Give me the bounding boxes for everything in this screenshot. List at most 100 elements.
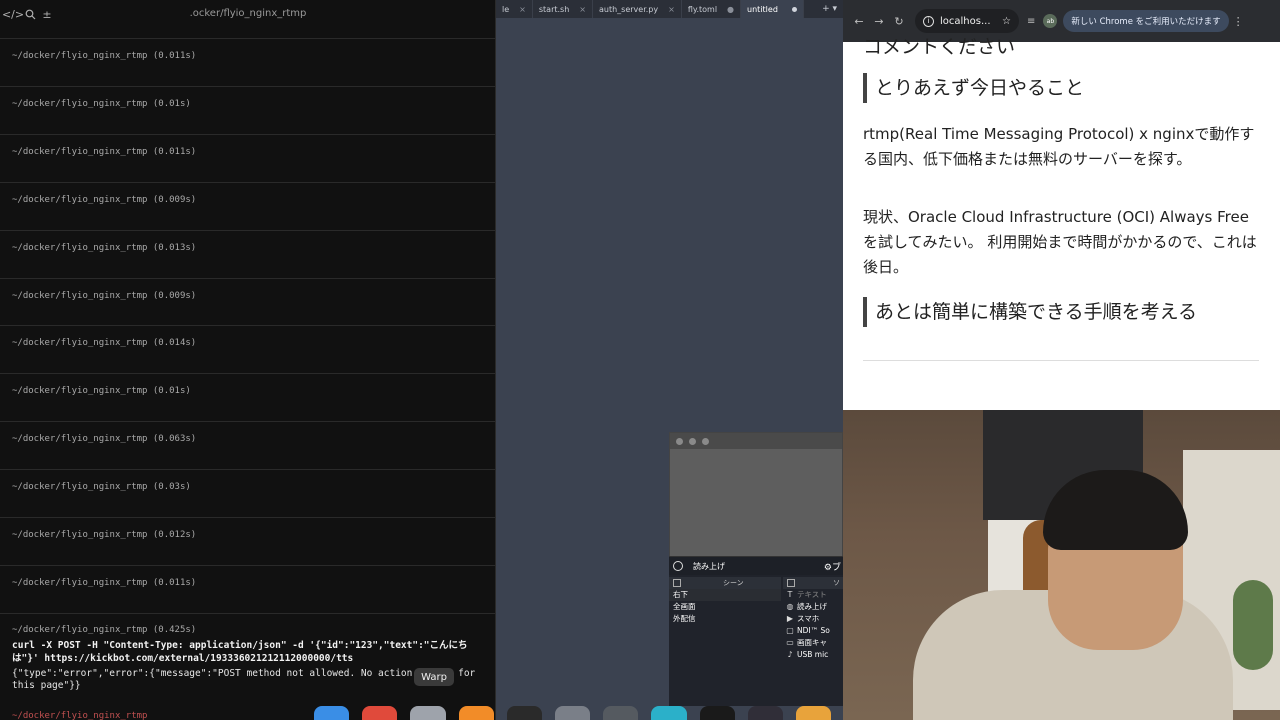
paragraph: 現状、Oracle Cloud Infrastructure (OCI) Alw… bbox=[863, 208, 1257, 276]
scene-item[interactable]: 右下 bbox=[669, 589, 781, 601]
command-block[interactable]: ~/docker/flyio_nginx_rtmp (0.014s) bbox=[0, 325, 495, 372]
command-text[interactable]: curl -X POST -H "Content-Type: applicati… bbox=[12, 639, 488, 665]
obs-panel-title: 読み上げ bbox=[693, 561, 725, 571]
command-block[interactable]: ~/docker/flyio_nginx_rtmp (0.011s) bbox=[0, 133, 495, 181]
source-label: USB mic bbox=[797, 650, 829, 659]
globe-icon bbox=[673, 561, 683, 571]
close-icon[interactable]: × bbox=[668, 5, 675, 14]
command-block[interactable]: ~/docker/flyio_nginx_rtmp (0.013s) bbox=[0, 229, 495, 277]
terminal-window[interactable]: </> ± .ocker/flyio_nginx_rtmp ~/docker/f… bbox=[0, 0, 496, 720]
source-list: T テキスト ◍ 読み上げ ▶ スマホ ▢ NDI™ So ▭ 画面キャ ♪ USB mic bbox=[783, 589, 843, 661]
sources-header: ソ bbox=[783, 577, 843, 589]
close-icon[interactable]: ● bbox=[727, 5, 734, 14]
source-item[interactable]: T テキスト bbox=[783, 589, 843, 601]
media-icon[interactable]: ≡ bbox=[1027, 16, 1035, 27]
section-heading: とりあえず今日やること bbox=[863, 73, 1084, 103]
sublime-icon[interactable] bbox=[458, 706, 494, 720]
command-block[interactable]: ~/docker/flyio_nginx_rtmp (0.009s) bbox=[0, 181, 495, 229]
block-path: ~/docker/flyio_nginx_rtmp (0.03s) bbox=[12, 482, 191, 493]
block-path: ~/docker/flyio_nginx_rtmp (0.009s) bbox=[12, 290, 197, 301]
url-text[interactable]: localhos... bbox=[940, 16, 991, 27]
obs-icon[interactable] bbox=[747, 706, 783, 720]
tab-label: start.sh bbox=[538, 4, 570, 14]
command-block[interactable]: ~/docker/flyio_nginx_rtmp (0.01s) bbox=[0, 85, 495, 133]
tab-start-sh[interactable]: start.sh × bbox=[533, 0, 593, 18]
scenes-panel: シーン 右下 全画面 外配信 bbox=[669, 577, 781, 707]
command-block[interactable]: ~/docker/flyio_nginx_rtmp (0.011s) bbox=[0, 564, 495, 612]
chrome-canary-icon[interactable] bbox=[795, 706, 832, 720]
tab-label: untitled bbox=[747, 4, 778, 14]
source-item[interactable]: ♪ USB mic bbox=[783, 649, 843, 661]
safari-icon[interactable] bbox=[554, 706, 591, 720]
terminal-toolbar: </> ± bbox=[0, 0, 495, 28]
section-heading: あとは簡単に構築できる手順を考える bbox=[863, 297, 1197, 327]
menu-kebab-icon[interactable]: ⋮ bbox=[1233, 15, 1244, 28]
source-type-icon: T bbox=[787, 590, 793, 599]
terminal-icon[interactable] bbox=[506, 706, 542, 720]
source-type-icon: ♪ bbox=[787, 650, 793, 659]
unsaved-dot-icon bbox=[791, 6, 797, 12]
source-item[interactable]: ▭ 画面キャ bbox=[783, 637, 843, 649]
command-block[interactable]: ~/docker/flyio_nginx_rtmp (0.012s) bbox=[0, 517, 495, 564]
app2-icon[interactable] bbox=[603, 706, 639, 720]
block-path: ~/docker/flyio_nginx_rtmp (0.425s) bbox=[12, 625, 197, 635]
update-chrome-button[interactable]: 新しい Chrome をご利用いただけます bbox=[1063, 10, 1229, 32]
active-command-block[interactable]: ~/docker/flyio_nginx_rtmp (0.425s) curl … bbox=[0, 613, 495, 703]
plus-icon[interactable]: ± bbox=[40, 7, 54, 21]
bookmark-star-icon[interactable]: ☆ bbox=[1002, 16, 1011, 27]
tab-fly-toml[interactable]: fly.toml ● bbox=[682, 0, 742, 18]
command-block[interactable]: ~/docker/flyio_nginx_rtmp (0.01s) bbox=[0, 373, 495, 420]
settings-button[interactable]: ⚙ブ bbox=[824, 560, 843, 573]
search-icon[interactable] bbox=[23, 7, 37, 21]
source-item[interactable]: ▢ NDI™ So bbox=[783, 625, 843, 637]
close-icon[interactable]: × bbox=[519, 5, 526, 14]
avatar[interactable]: ab bbox=[1043, 14, 1058, 28]
source-label: スマホ bbox=[797, 614, 820, 623]
section-heading-partial: コメントください bbox=[863, 36, 1016, 58]
zoom-light-icon[interactable] bbox=[702, 437, 709, 445]
tab-untitled[interactable]: untitled bbox=[741, 0, 804, 18]
block-path: ~/docker/flyio_nginx_rtmp (0.011s) bbox=[12, 51, 197, 61]
block-path: ~/docker/flyio_nginx_rtmp (0.01s) bbox=[12, 386, 191, 397]
chrome-icon[interactable] bbox=[362, 706, 398, 720]
address-bar[interactable]: i localhos... ☆ bbox=[915, 9, 1019, 33]
block-path: ~/docker/flyio_nginx_rtmp (0.013s) bbox=[12, 242, 197, 253]
tab-partial[interactable]: le × bbox=[496, 0, 533, 18]
code-icon[interactable]: </> bbox=[2, 7, 24, 21]
minimize-light-icon[interactable] bbox=[689, 437, 696, 445]
info-icon[interactable]: i bbox=[923, 15, 934, 27]
sources-header-label: ソ bbox=[833, 579, 840, 587]
block-path: ~/docker/flyio_nginx_rtmp (0.014s) bbox=[12, 338, 197, 349]
tab-auth-server[interactable]: auth_server.py × bbox=[593, 0, 682, 18]
scene-item[interactable]: 外配信 bbox=[669, 613, 781, 625]
block-path: ~/docker/flyio_nginx_rtmp (0.009s) bbox=[12, 194, 197, 205]
command-block[interactable]: ~/docker/flyio_nginx_rtmp (0.03s) bbox=[0, 469, 495, 516]
app4-icon[interactable] bbox=[699, 706, 735, 720]
source-label: 読み上げ bbox=[797, 602, 827, 611]
scene-item[interactable]: 全画面 bbox=[669, 601, 781, 613]
next-prompt[interactable]: ~/docker/flyio_nginx_rtmp bbox=[12, 711, 147, 720]
source-item[interactable]: ◍ 読み上げ bbox=[783, 601, 843, 613]
source-item[interactable]: ▶ スマホ bbox=[783, 613, 843, 625]
finder-icon[interactable] bbox=[314, 706, 350, 720]
reload-icon[interactable]: ↻ bbox=[889, 15, 909, 28]
forward-icon[interactable]: → bbox=[869, 15, 889, 28]
app3-icon[interactable] bbox=[651, 706, 687, 720]
close-light-icon[interactable] bbox=[676, 437, 683, 445]
command-block[interactable]: ~/docker/flyio_nginx_rtmp (0.009s) bbox=[0, 277, 495, 325]
source-type-icon: ▭ bbox=[786, 638, 794, 647]
source-label: テキスト bbox=[797, 590, 827, 599]
tab-menu-button[interactable]: + ▾ bbox=[822, 4, 843, 14]
close-icon[interactable]: × bbox=[579, 5, 586, 14]
divider bbox=[863, 360, 1259, 361]
tab-label: auth_server.py bbox=[598, 4, 659, 14]
obs-preview-window[interactable] bbox=[669, 432, 843, 562]
scenes-header-label: シーン bbox=[723, 579, 744, 587]
app-icon[interactable] bbox=[410, 706, 446, 720]
dock bbox=[314, 703, 844, 720]
source-label: NDI™ So bbox=[797, 626, 830, 635]
back-icon[interactable]: ← bbox=[849, 15, 869, 28]
command-block[interactable]: ~/docker/flyio_nginx_rtmp (0.011s) bbox=[0, 38, 495, 85]
source-type-icon: ▶ bbox=[786, 614, 794, 623]
command-block[interactable]: ~/docker/flyio_nginx_rtmp (0.063s) bbox=[0, 421, 495, 468]
